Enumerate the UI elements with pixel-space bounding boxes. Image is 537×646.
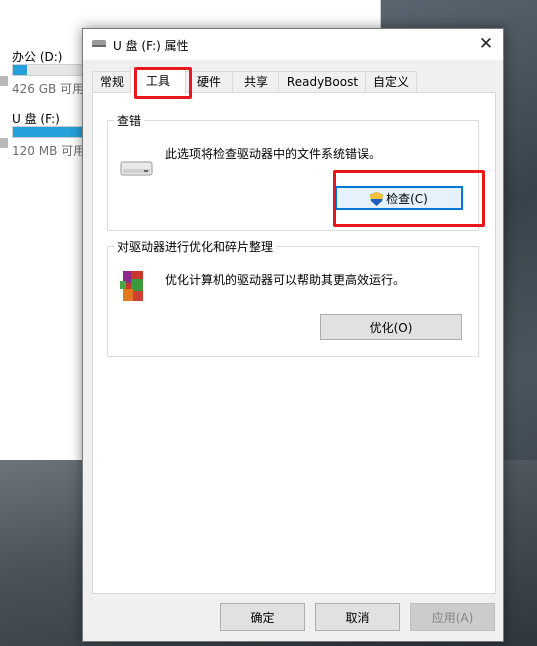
error-check-description: 此选项将检查驱动器中的文件系统错误。 xyxy=(165,147,382,161)
properties-dialog: U 盘 (F:) 属性 ✕ 常规 工具 硬件 共享 ReadyBoost 自定义… xyxy=(82,28,504,642)
drive-icon xyxy=(0,76,8,86)
tab-customize[interactable]: 自定义 xyxy=(365,71,417,93)
tab-sharing[interactable]: 共享 xyxy=(232,71,280,93)
usb-drive-icon xyxy=(92,40,106,47)
tab-readyboost[interactable]: ReadyBoost xyxy=(278,71,367,93)
drive-name: 办公 (D:) xyxy=(12,50,63,64)
ok-button[interactable]: 确定 xyxy=(220,603,305,631)
tools-panel: 查错 此选项将检查驱动器中的文件系统错误。 检查(C) 对驱动器进行优化和碎片整… xyxy=(92,92,496,594)
apply-button[interactable]: 应用(A) xyxy=(410,603,495,631)
tab-general[interactable]: 常规 xyxy=(92,71,132,93)
drive-usage-bar xyxy=(12,126,86,138)
optimize-group: 对驱动器进行优化和碎片整理 优化计算机的驱动器可以帮助其更高效运行。 优化(O) xyxy=(107,238,479,357)
drive-icon xyxy=(0,138,8,148)
error-check-title: 查错 xyxy=(114,112,145,129)
optimize-title: 对驱动器进行优化和碎片整理 xyxy=(114,238,277,255)
optimize-description: 优化计算机的驱动器可以帮助其更高效运行。 xyxy=(165,273,406,287)
close-icon: ✕ xyxy=(478,34,494,54)
close-button[interactable]: ✕ xyxy=(473,32,499,56)
cancel-button[interactable]: 取消 xyxy=(315,603,400,631)
drive-free-space: 120 MB 可用 xyxy=(12,144,86,158)
drive-icon xyxy=(120,161,153,176)
optimize-button[interactable]: 优化(O) xyxy=(320,314,462,340)
highlight-box-tools-tab xyxy=(134,67,192,99)
highlight-box-check xyxy=(333,170,485,227)
drive-free-space: 426 GB 可用 xyxy=(12,82,85,96)
title-bar[interactable]: U 盘 (F:) 属性 ✕ xyxy=(83,29,503,60)
dialog-title: U 盘 (F:) 属性 xyxy=(113,39,189,53)
drive-name: U 盘 (F:) xyxy=(12,112,60,126)
drive-usage-fill xyxy=(13,65,28,75)
drive-usage-fill xyxy=(13,127,85,137)
drive-usage-bar xyxy=(12,64,86,76)
defrag-icon xyxy=(120,271,143,301)
